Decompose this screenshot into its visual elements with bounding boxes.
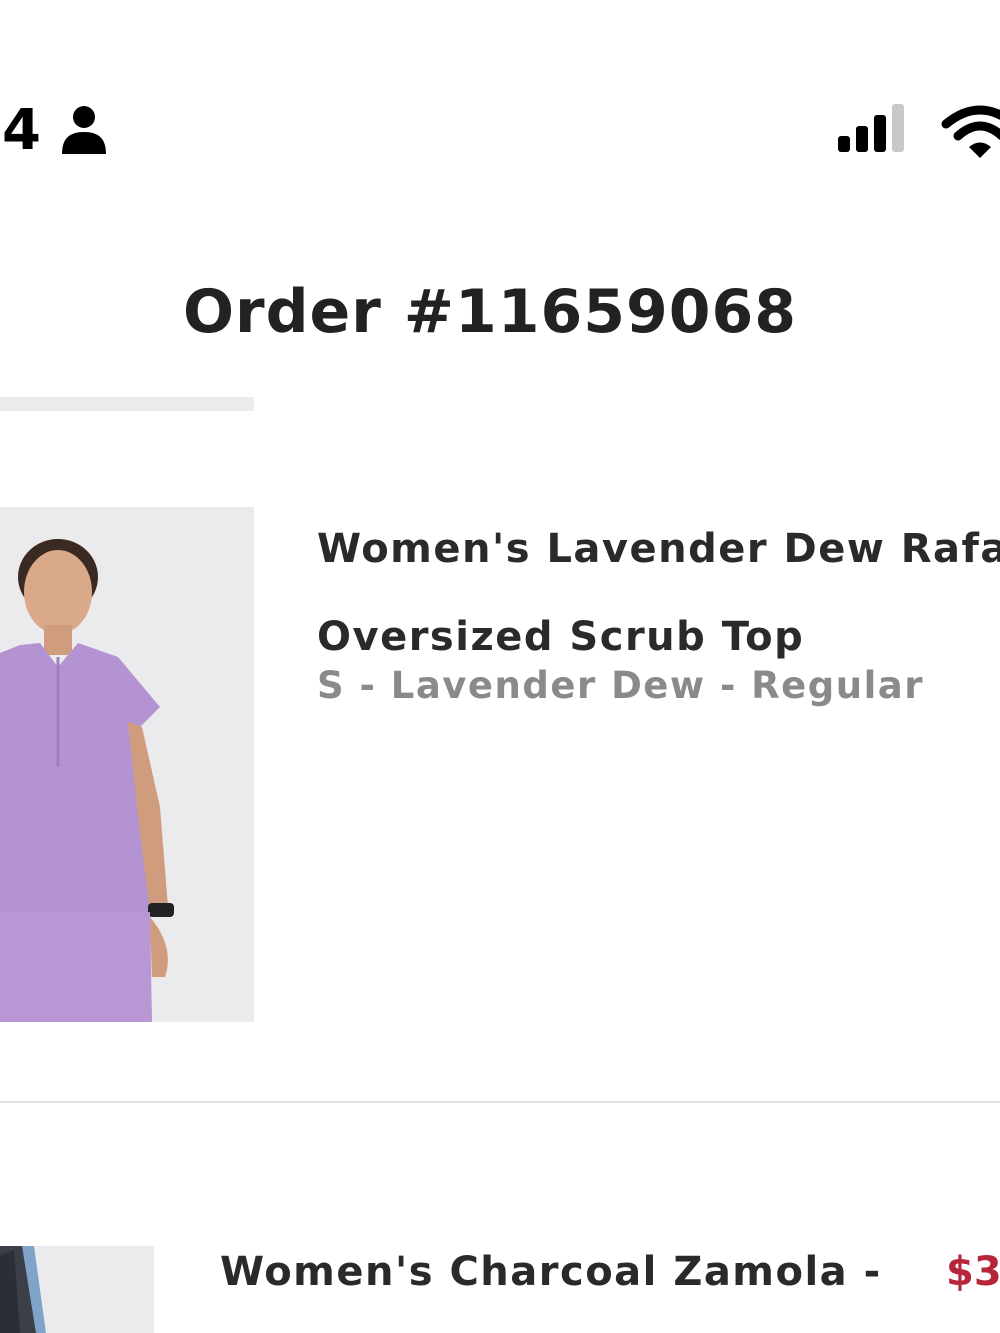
item-image[interactable]	[0, 507, 254, 1022]
item-image[interactable]	[0, 1246, 154, 1333]
charcoal-zamola-photo	[0, 1246, 154, 1333]
signal-icon	[838, 104, 904, 152]
lavender-scrub-top-photo	[0, 507, 254, 1022]
item-name[interactable]: Women's Lavender Dew Rafae Oversized Scr…	[317, 505, 1000, 681]
wifi-icon	[941, 105, 1000, 158]
status-time: 4	[2, 98, 41, 163]
page-title: Order #11659068	[183, 277, 797, 347]
progress-track	[0, 397, 254, 411]
divider	[0, 1101, 1000, 1103]
person-icon	[62, 106, 106, 154]
item-variant: S - Lavender Dew - Regular	[317, 664, 924, 707]
item-price: $3	[946, 1249, 1000, 1295]
item-name[interactable]: Women's Charcoal Zamola -	[220, 1244, 882, 1300]
status-bar: 4	[0, 0, 1000, 200]
